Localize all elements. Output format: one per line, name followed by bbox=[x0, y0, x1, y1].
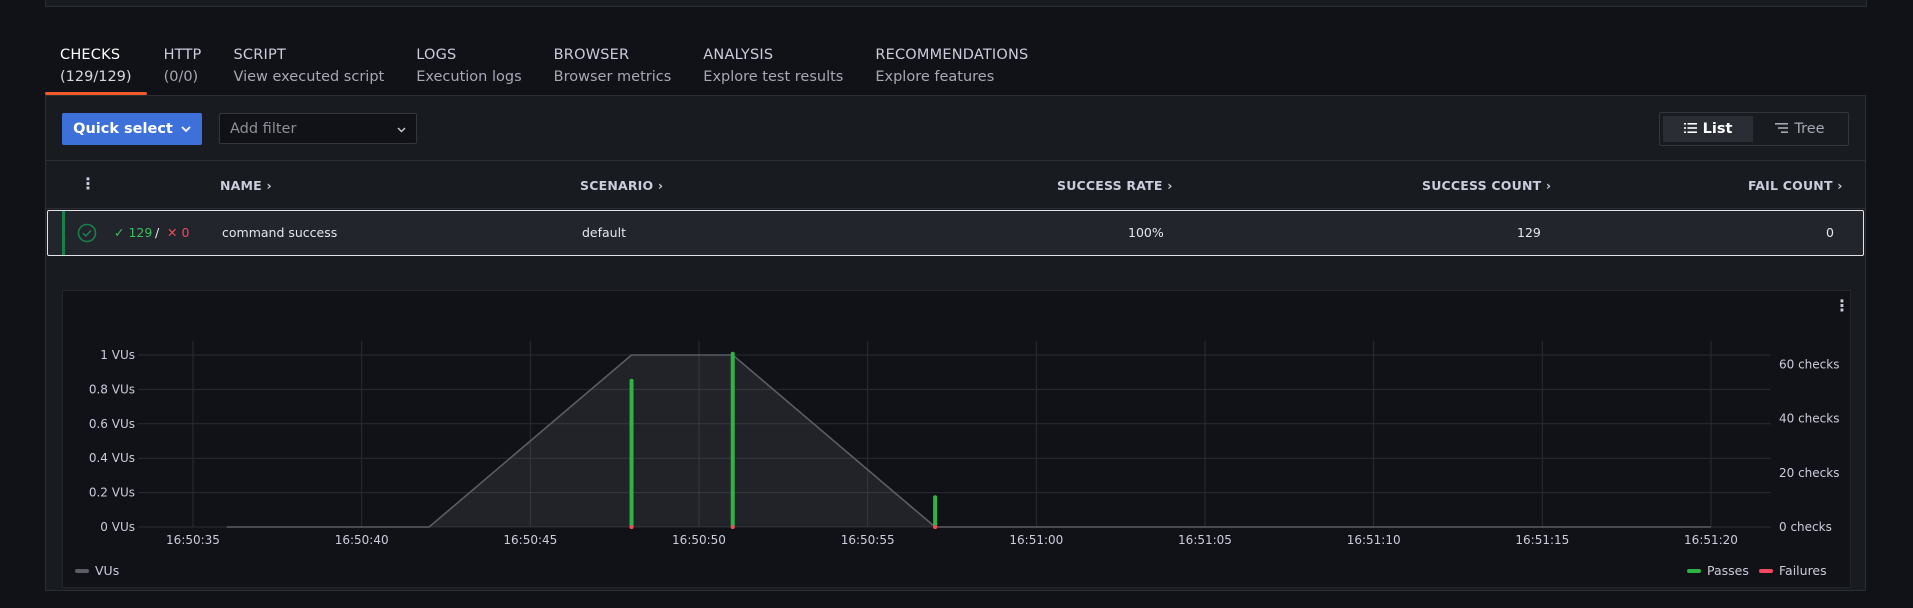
failures-point bbox=[629, 525, 634, 529]
tab-analysis-title: ANALYSIS bbox=[703, 47, 774, 63]
fail-count-badge: ✕ 0 bbox=[167, 225, 190, 240]
y-axis-left-label: 0.6 VUs bbox=[89, 417, 135, 431]
y-axis-right-label: 60 checks bbox=[1779, 358, 1839, 372]
tab-logs-subtitle: Execution logs bbox=[416, 69, 522, 85]
table-header: ⋮ NAME › SCENARIO › SUCCESS RATE › SUCCE… bbox=[46, 160, 1865, 209]
check-success-count: 129 bbox=[1517, 225, 1541, 240]
tab-logs-title: LOGS bbox=[416, 47, 457, 63]
x-axis-label: 16:50:35 bbox=[166, 533, 220, 547]
add-filter-placeholder: Add filter bbox=[230, 120, 297, 137]
column-header-name[interactable]: NAME › bbox=[220, 178, 272, 193]
x-axis-label: 16:51:00 bbox=[1009, 533, 1063, 547]
y-axis-left-label: 0.2 VUs bbox=[89, 486, 135, 500]
check-circle-icon bbox=[77, 223, 97, 247]
view-switch: List Tree bbox=[1659, 112, 1849, 146]
quick-select-label: Quick select bbox=[73, 121, 173, 137]
x-axis-label: 16:50:45 bbox=[503, 533, 557, 547]
tab-recommendations[interactable]: RECOMMENDATIONS Explore features bbox=[860, 46, 1043, 94]
checks-panel: Quick select Add filter List Tree ⋮ NAME… bbox=[45, 95, 1866, 591]
chevron-down-icon bbox=[181, 121, 191, 137]
vus-line bbox=[226, 354, 1711, 528]
failures-point bbox=[730, 525, 735, 529]
tab-http-title: HTTP bbox=[163, 47, 202, 63]
row-status-bar bbox=[62, 211, 65, 255]
vus-area bbox=[226, 355, 1711, 527]
legend-failures[interactable]: Failures bbox=[1759, 563, 1827, 578]
column-options-icon[interactable]: ⋮ bbox=[80, 174, 96, 193]
view-list-label: List bbox=[1702, 121, 1733, 137]
tab-script[interactable]: SCRIPT View executed script bbox=[218, 46, 399, 94]
view-tree-button[interactable]: Tree bbox=[1755, 116, 1845, 142]
x-axis-label: 16:51:20 bbox=[1684, 533, 1738, 547]
legend-passes[interactable]: Passes bbox=[1687, 563, 1749, 578]
tab-recommendations-subtitle: Explore features bbox=[875, 69, 995, 85]
count-separator: / bbox=[155, 225, 160, 240]
tab-http-subtitle: (0/0) bbox=[163, 69, 199, 85]
y-axis-left-label: 1 VUs bbox=[100, 348, 135, 362]
y-axis-left-label: 0.4 VUs bbox=[89, 451, 135, 465]
tab-analysis[interactable]: ANALYSIS Explore test results bbox=[688, 46, 858, 94]
tab-checks-subtitle: (129/129) bbox=[60, 69, 132, 85]
failures-point bbox=[933, 525, 938, 529]
tab-bar: CHECKS (129/129) HTTP (0/0) SCRIPT View … bbox=[45, 46, 1045, 95]
tab-recommendations-title: RECOMMENDATIONS bbox=[875, 47, 1029, 63]
y-axis-right-label: 20 checks bbox=[1779, 466, 1839, 480]
tab-http[interactable]: HTTP (0/0) bbox=[149, 46, 217, 94]
x-axis-label: 16:50:40 bbox=[335, 533, 389, 547]
chevron-down-icon bbox=[397, 121, 406, 137]
view-tree-label: Tree bbox=[1794, 121, 1825, 137]
column-header-fail-count[interactable]: FAIL COUNT › bbox=[1748, 178, 1843, 193]
x-axis-label: 16:50:50 bbox=[672, 533, 726, 547]
view-list-button[interactable]: List bbox=[1663, 116, 1753, 142]
x-axis-label: 16:51:05 bbox=[1178, 533, 1232, 547]
tab-analysis-subtitle: Explore test results bbox=[703, 69, 844, 85]
checks-chart: ⋮ 0 VUs 0.2 VUs 0.4 VUs 0.6 VUs 0.8 VUs 1 VUs… bbox=[62, 290, 1851, 588]
y-axis-left-label: 0.8 VUs bbox=[89, 382, 135, 396]
legend-vus-label: VUs bbox=[95, 563, 120, 578]
check-scenario: default bbox=[582, 225, 626, 240]
legend-vus-swatch bbox=[75, 568, 89, 573]
tab-logs[interactable]: LOGS Execution logs bbox=[401, 46, 536, 94]
tab-script-title: SCRIPT bbox=[233, 47, 286, 63]
checks-chart-svg: 0 VUs 0.2 VUs 0.4 VUs 0.6 VUs 0.8 VUs 1 VUs 16… bbox=[89, 341, 1839, 547]
pass-count: ✓ 129 bbox=[114, 225, 153, 240]
check-fail-count: 0 bbox=[1826, 225, 1834, 240]
x-axis-label: 16:51:15 bbox=[1515, 533, 1569, 547]
y-axis-right-label: 40 checks bbox=[1779, 412, 1839, 426]
list-icon bbox=[1683, 121, 1697, 137]
x-axis-label: 16:50:55 bbox=[841, 533, 895, 547]
add-filter-select[interactable]: Add filter bbox=[219, 113, 417, 144]
check-name: command success bbox=[222, 225, 338, 240]
tab-checks[interactable]: CHECKS (129/129) bbox=[45, 46, 147, 95]
y-axis-left-label: 0 VUs bbox=[100, 520, 135, 534]
tab-browser[interactable]: BROWSER Browser metrics bbox=[539, 46, 687, 94]
check-success-rate: 100% bbox=[1128, 225, 1164, 240]
column-header-success-count[interactable]: SUCCESS COUNT › bbox=[1422, 178, 1551, 193]
top-panel bbox=[45, 0, 1867, 7]
legend-passes-label: Passes bbox=[1707, 563, 1749, 578]
tab-browser-subtitle: Browser metrics bbox=[553, 69, 672, 85]
legend-failures-swatch bbox=[1759, 568, 1773, 573]
column-header-scenario[interactable]: SCENARIO › bbox=[580, 178, 663, 193]
tree-icon bbox=[1775, 121, 1789, 137]
tab-checks-title: CHECKS bbox=[60, 47, 121, 63]
legend-vus[interactable]: VUs bbox=[75, 563, 119, 578]
y-axis-right-label: 0 checks bbox=[1779, 520, 1832, 534]
quick-select-button[interactable]: Quick select bbox=[62, 113, 202, 145]
legend-passes-swatch bbox=[1687, 568, 1701, 573]
x-axis-label: 16:51:10 bbox=[1347, 533, 1401, 547]
tab-browser-title: BROWSER bbox=[553, 47, 630, 63]
legend-failures-label: Failures bbox=[1779, 563, 1827, 578]
table-row[interactable]: ✓ 129 / ✕ 0 command success default 100%… bbox=[47, 210, 1864, 256]
tab-script-subtitle: View executed script bbox=[233, 69, 385, 85]
column-header-success-rate[interactable]: SUCCESS RATE › bbox=[1057, 178, 1173, 193]
